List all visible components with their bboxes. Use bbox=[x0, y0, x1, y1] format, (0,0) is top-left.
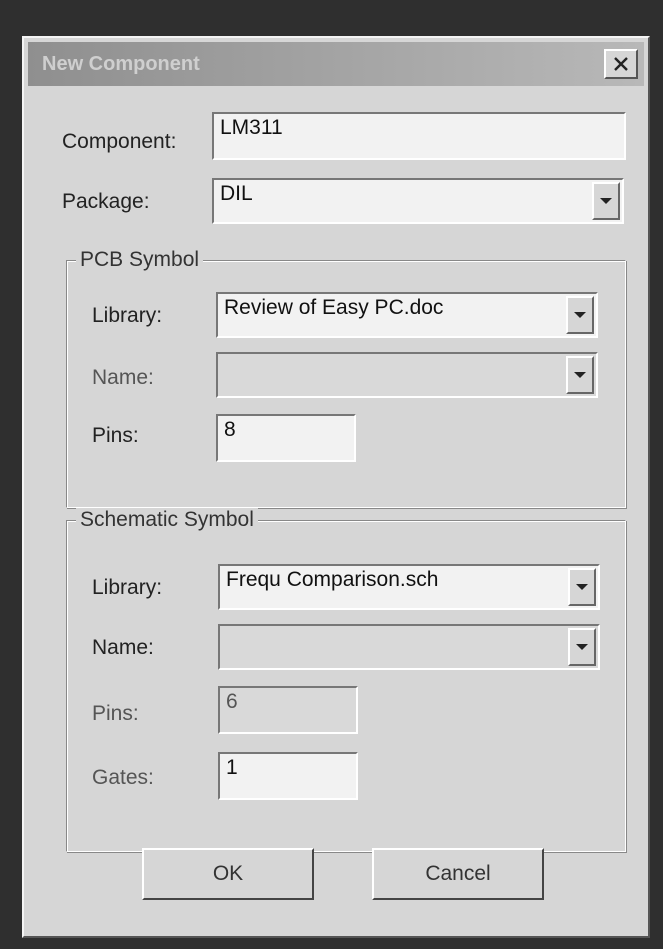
schematic-library-value: Frequ Comparison.sch bbox=[226, 568, 439, 591]
schematic-name-select[interactable] bbox=[218, 624, 600, 670]
pcb-library-dropdown-button[interactable] bbox=[566, 296, 594, 334]
schematic-library-select[interactable]: Frequ Comparison.sch bbox=[218, 564, 600, 610]
pcb-name-dropdown-button[interactable] bbox=[566, 356, 594, 394]
chevron-down-icon bbox=[574, 312, 586, 318]
pcb-symbol-legend: PCB Symbol bbox=[76, 248, 204, 272]
pcb-name-select[interactable] bbox=[216, 352, 598, 398]
schematic-gates-value: 1 bbox=[226, 756, 238, 779]
chevron-down-icon bbox=[576, 584, 588, 590]
schematic-library-label: Library: bbox=[92, 576, 163, 599]
schematic-pins-value: 6 bbox=[226, 690, 238, 713]
chevron-down-icon bbox=[600, 198, 612, 204]
schematic-symbol-legend: Schematic Symbol bbox=[76, 508, 258, 532]
pcb-library-value: Review of Easy PC.doc bbox=[224, 296, 444, 319]
package-label: Package: bbox=[62, 190, 150, 213]
pcb-pins-label: Pins: bbox=[92, 424, 139, 447]
schematic-name-label: Name: bbox=[92, 636, 154, 659]
schematic-gates-label: Gates: bbox=[92, 766, 154, 789]
schematic-pins-label: Pins: bbox=[92, 702, 139, 725]
component-input[interactable]: LM311 bbox=[212, 112, 626, 160]
screen-background: New Component Component: LM311 Package: … bbox=[0, 0, 663, 949]
pcb-library-label: Library: bbox=[92, 304, 163, 327]
new-component-dialog: New Component Component: LM311 Package: … bbox=[22, 36, 650, 938]
pcb-pins-input[interactable]: 8 bbox=[216, 414, 356, 462]
schematic-name-dropdown-button[interactable] bbox=[568, 628, 596, 666]
schematic-gates-input[interactable]: 1 bbox=[218, 752, 358, 800]
schematic-library-dropdown-button[interactable] bbox=[568, 568, 596, 606]
schematic-pins-input[interactable]: 6 bbox=[218, 686, 358, 734]
component-value: LM311 bbox=[220, 116, 283, 139]
ok-button[interactable]: OK bbox=[142, 848, 314, 900]
chevron-down-icon bbox=[576, 644, 588, 650]
package-select[interactable]: DIL bbox=[212, 178, 624, 224]
title-bar[interactable]: New Component bbox=[28, 42, 644, 86]
close-button[interactable] bbox=[604, 49, 638, 79]
pcb-library-select[interactable]: Review of Easy PC.doc bbox=[216, 292, 598, 338]
pcb-name-label: Name: bbox=[92, 366, 154, 389]
package-value: DIL bbox=[220, 182, 253, 205]
close-icon bbox=[614, 57, 628, 71]
cancel-button[interactable]: Cancel bbox=[372, 848, 544, 900]
window-title: New Component bbox=[42, 53, 200, 75]
pcb-pins-value: 8 bbox=[224, 418, 236, 441]
chevron-down-icon bbox=[574, 372, 586, 378]
component-label: Component: bbox=[62, 130, 177, 153]
package-dropdown-button[interactable] bbox=[592, 182, 620, 220]
